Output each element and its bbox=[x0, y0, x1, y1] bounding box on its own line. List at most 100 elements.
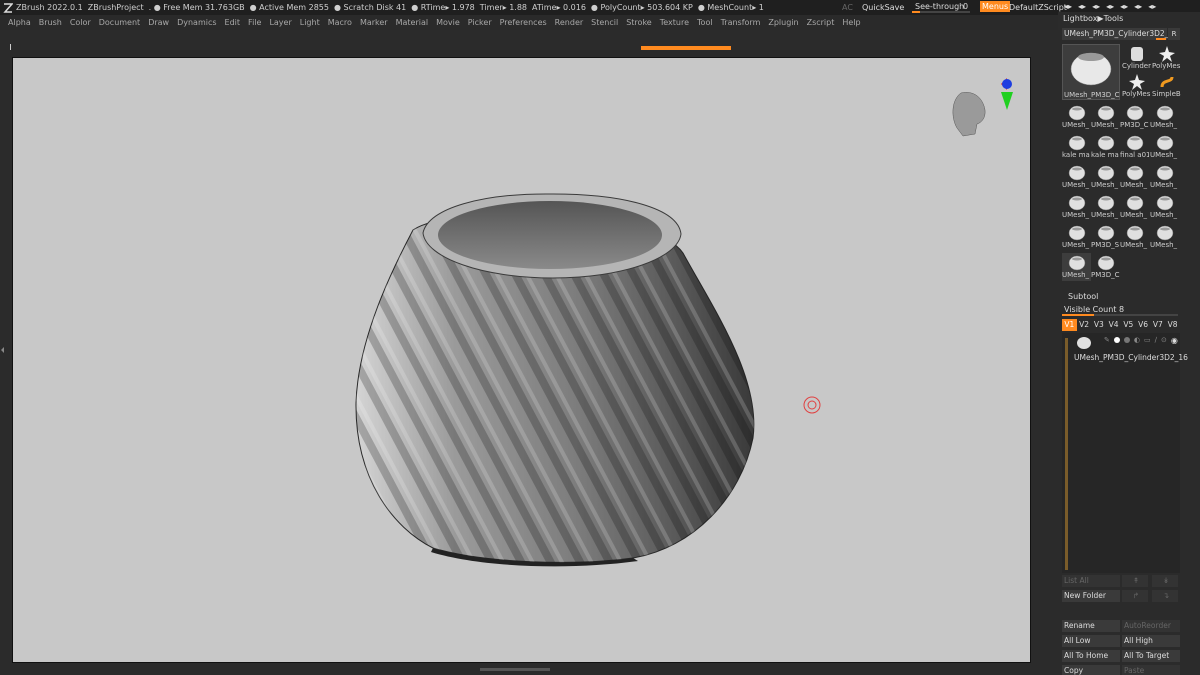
window-arrows-icon[interactable]: ◂▸ bbox=[1064, 2, 1072, 12]
navigation-gizmo[interactable] bbox=[941, 78, 1021, 158]
tool-thumb[interactable]: UMesh_ bbox=[1120, 163, 1149, 191]
menu-zscript[interactable]: Zscript bbox=[807, 18, 835, 27]
tool-thumb[interactable]: final a01 bbox=[1120, 133, 1149, 161]
menu-texture[interactable]: Texture bbox=[660, 18, 689, 27]
tool-thumb[interactable]: UMesh_ bbox=[1150, 223, 1179, 251]
visibility-tab-v2[interactable]: V2 bbox=[1077, 319, 1092, 331]
tool-thumb[interactable]: PolyMes bbox=[1152, 44, 1181, 72]
brush-icon[interactable]: ∕ bbox=[1155, 336, 1157, 344]
visibility-tab-v4[interactable]: V4 bbox=[1106, 319, 1121, 331]
menu-picker[interactable]: Picker bbox=[468, 18, 492, 27]
menu-help[interactable]: Help bbox=[842, 18, 860, 27]
tool-thumb[interactable]: UMesh_ bbox=[1091, 103, 1120, 131]
paste-button[interactable]: Paste bbox=[1122, 665, 1180, 675]
all-high-button[interactable]: All High bbox=[1122, 635, 1180, 647]
y-axis-icon[interactable] bbox=[1001, 92, 1013, 110]
folder-icon[interactable]: ▭ bbox=[1144, 336, 1151, 344]
window-arrows-icon[interactable]: ◂▸ bbox=[1148, 2, 1156, 12]
tool-thumb[interactable]: UMesh_ bbox=[1062, 193, 1091, 221]
menu-transform[interactable]: Transform bbox=[721, 18, 761, 27]
z-axis-icon[interactable] bbox=[1002, 79, 1012, 89]
new-folder-button[interactable]: New Folder bbox=[1062, 590, 1120, 602]
all-low-button[interactable]: All Low bbox=[1062, 635, 1120, 647]
move-up-icon[interactable]: ↟ bbox=[1122, 575, 1148, 587]
current-tool-thumbnail[interactable]: UMesh_PM3D_C bbox=[1062, 44, 1120, 100]
tool-thumb[interactable]: UMesh_ bbox=[1062, 253, 1091, 281]
visibility-tab-v8[interactable]: V8 bbox=[1165, 319, 1180, 331]
tool-thumb[interactable]: kale ma bbox=[1091, 133, 1120, 161]
tool-thumb[interactable]: PolyMes bbox=[1122, 72, 1151, 100]
vase-model[interactable] bbox=[13, 58, 1031, 663]
window-arrows-icon[interactable]: ◂▸ bbox=[1092, 2, 1100, 12]
visible-count-track[interactable] bbox=[1062, 314, 1178, 316]
move-down-icon[interactable]: ↡ bbox=[1152, 575, 1178, 587]
tool-thumb[interactable]: PM3D_C bbox=[1091, 253, 1120, 281]
tool-thumb[interactable]: Cylinder bbox=[1122, 44, 1151, 72]
left-tray-handle[interactable] bbox=[0, 310, 6, 390]
tool-thumb[interactable]: UMesh_ bbox=[1150, 133, 1179, 161]
menu-zplugin[interactable]: Zplugin bbox=[768, 18, 798, 27]
tool-thumb[interactable]: SimpleB bbox=[1152, 72, 1181, 100]
all-to-home-button[interactable]: All To Home bbox=[1062, 650, 1120, 662]
tool-thumb[interactable]: UMesh_ bbox=[1091, 193, 1120, 221]
menu-draw[interactable]: Draw bbox=[148, 18, 169, 27]
see-through-slider[interactable]: See-through bbox=[915, 2, 964, 11]
see-through-track[interactable] bbox=[912, 11, 970, 13]
menu-stencil[interactable]: Stencil bbox=[591, 18, 618, 27]
menu-render[interactable]: Render bbox=[555, 18, 583, 27]
window-arrows-icon[interactable]: ◂▸ bbox=[1120, 2, 1128, 12]
menu-preferences[interactable]: Preferences bbox=[500, 18, 547, 27]
subtool-scrollbar[interactable] bbox=[1065, 338, 1068, 570]
lightbox-tools-title[interactable]: Lightbox▶Tools bbox=[1063, 14, 1123, 23]
current-tool-field[interactable]: UMesh_PM3D_Cylinder3D2_1 bbox=[1062, 28, 1173, 40]
toggle-dot-icon[interactable] bbox=[1123, 337, 1130, 343]
auto-reorder-button[interactable]: AutoReorder bbox=[1122, 620, 1180, 632]
menu-color[interactable]: Color bbox=[70, 18, 91, 27]
subtool-item-name[interactable]: UMesh_PM3D_Cylinder3D2_16 bbox=[1074, 353, 1188, 362]
menus-toggle[interactable]: Menus bbox=[980, 1, 1011, 12]
menu-file[interactable]: File bbox=[248, 18, 261, 27]
subtool-thumb-icon[interactable] bbox=[1075, 336, 1093, 350]
copy-button[interactable]: Copy bbox=[1062, 665, 1120, 675]
arrow-up-icon[interactable]: ↱ bbox=[1122, 590, 1148, 602]
eye-icon[interactable]: ◉ bbox=[1171, 336, 1178, 345]
tool-thumb[interactable]: UMesh_ bbox=[1120, 223, 1149, 251]
tool-thumb[interactable]: UMesh_ bbox=[1120, 193, 1149, 221]
visibility-tab-v3[interactable]: V3 bbox=[1092, 319, 1107, 331]
menu-brush[interactable]: Brush bbox=[39, 18, 62, 27]
visibility-tab-v5[interactable]: V5 bbox=[1121, 319, 1136, 331]
rename-button[interactable]: Rename bbox=[1062, 620, 1120, 632]
menu-document[interactable]: Document bbox=[99, 18, 140, 27]
menu-layer[interactable]: Layer bbox=[269, 18, 291, 27]
r-button[interactable]: R bbox=[1168, 28, 1180, 40]
subtool-title[interactable]: Subtool bbox=[1068, 292, 1098, 301]
lock-icon[interactable]: ⊙ bbox=[1161, 336, 1167, 344]
menu-edit[interactable]: Edit bbox=[225, 18, 241, 27]
arrow-down-icon[interactable]: ↴ bbox=[1152, 590, 1178, 602]
tool-thumb[interactable]: UMesh_ bbox=[1062, 223, 1091, 251]
window-arrows-icon[interactable]: ◂▸ bbox=[1134, 2, 1142, 12]
visibility-tab-v7[interactable]: V7 bbox=[1151, 319, 1166, 331]
polypaint-icon[interactable]: ◐ bbox=[1134, 336, 1140, 344]
tool-thumb[interactable]: UMesh_ bbox=[1062, 163, 1091, 191]
menu-macro[interactable]: Macro bbox=[328, 18, 352, 27]
canvas-viewport[interactable] bbox=[12, 57, 1031, 663]
tool-thumb[interactable]: UMesh_ bbox=[1091, 163, 1120, 191]
visibility-tab-v6[interactable]: V6 bbox=[1136, 319, 1151, 331]
window-arrows-icon[interactable]: ◂▸ bbox=[1078, 2, 1086, 12]
window-arrows-icon[interactable]: ◂▸ bbox=[1106, 2, 1114, 12]
menu-material[interactable]: Material bbox=[396, 18, 429, 27]
tool-thumb[interactable]: UMesh_ bbox=[1150, 163, 1179, 191]
menu-tool[interactable]: Tool bbox=[697, 18, 713, 27]
tool-thumb[interactable]: kale ma bbox=[1062, 133, 1091, 161]
visibility-tab-v1[interactable]: V1 bbox=[1062, 319, 1077, 331]
menu-dynamics[interactable]: Dynamics bbox=[177, 18, 216, 27]
pencil-icon[interactable]: ✎ bbox=[1104, 336, 1110, 344]
menu-marker[interactable]: Marker bbox=[360, 18, 388, 27]
tool-thumb[interactable]: PM3D_S bbox=[1091, 223, 1120, 251]
tool-thumb[interactable]: UMesh_ bbox=[1150, 103, 1179, 131]
quicksave-button[interactable]: QuickSave bbox=[862, 3, 904, 12]
menu-stroke[interactable]: Stroke bbox=[626, 18, 652, 27]
menu-light[interactable]: Light bbox=[300, 18, 320, 27]
tool-thumb[interactable]: UMesh_ bbox=[1062, 103, 1091, 131]
